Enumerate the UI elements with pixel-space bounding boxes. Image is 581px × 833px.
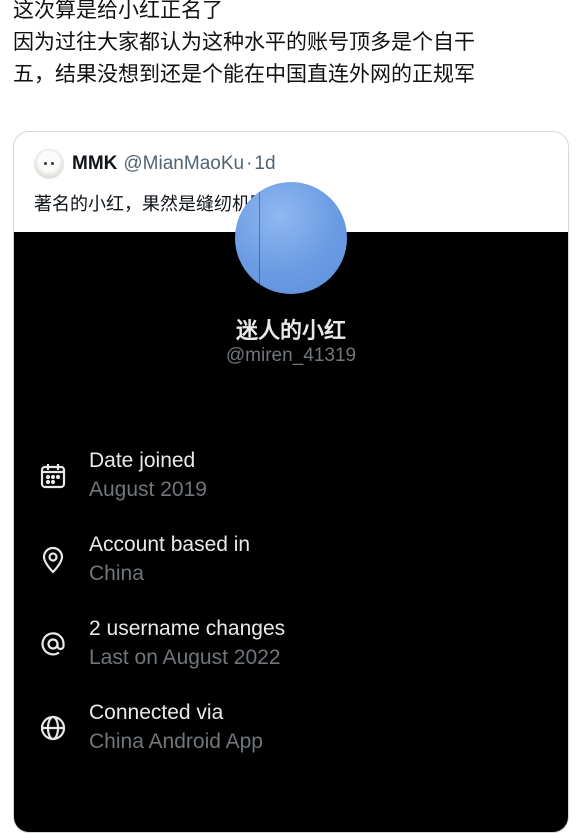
quote-timestamp[interactable]: 1d [254,153,275,175]
connected-via-label: Connected via [89,701,224,724]
profile-avatar [235,182,347,294]
quote-header: MMK @MianMaoKu · 1d [34,149,276,179]
account-location-label: Account based in [89,533,251,556]
connected-via-value: China Android App [89,730,263,753]
connected-via-row: Connected via China Android App [38,701,538,761]
post-line: 这次算是给小红正名了 [13,0,223,22]
quote-author-name[interactable]: MMK [72,153,117,175]
post-line: 因为过往大家都认为这种水平的账号顶多是个自干 [13,30,475,54]
date-joined-value: August 2019 [89,478,207,501]
header-separator: · [246,153,253,174]
at-sign-icon [38,629,68,659]
quote-author-avatar[interactable] [34,149,64,179]
date-joined-label: Date joined [89,449,196,472]
username-changes-value: Last on August 2022 [89,646,281,669]
profile-display-name: 迷人的小红 [235,319,346,344]
username-changes-row: 2 username changes Last on August 2022 [38,617,538,677]
quote-author-handle[interactable]: @MianMaoKu [123,153,244,175]
account-location-row: Account based in China [38,533,538,593]
username-changes-label: 2 username changes [89,617,286,640]
account-location-value: China [89,562,144,585]
quote-text: 著名的小红，果然是缝纫机军 [34,194,268,215]
globe-icon [38,713,68,743]
post-line: 五，结果没想到还是个能在中国直连外网的正规军 [13,62,475,86]
profile-username: @miren_41319 [225,345,357,366]
post-text: 这次算是给小红正名了 因为过往大家都认为这种水平的账号顶多是个自干 五，结果没想… [13,0,573,90]
quote-tweet-card[interactable]: MMK @MianMaoKu · 1d 著名的小红，果然是缝纫机军 迷人的小红 … [13,131,569,833]
profile-info-panel: 迷人的小红 @miren_41319 Date joined August 20… [14,182,568,832]
calendar-icon [38,461,68,491]
location-pin-icon [38,545,68,575]
date-joined-row: Date joined August 2019 [38,449,538,509]
